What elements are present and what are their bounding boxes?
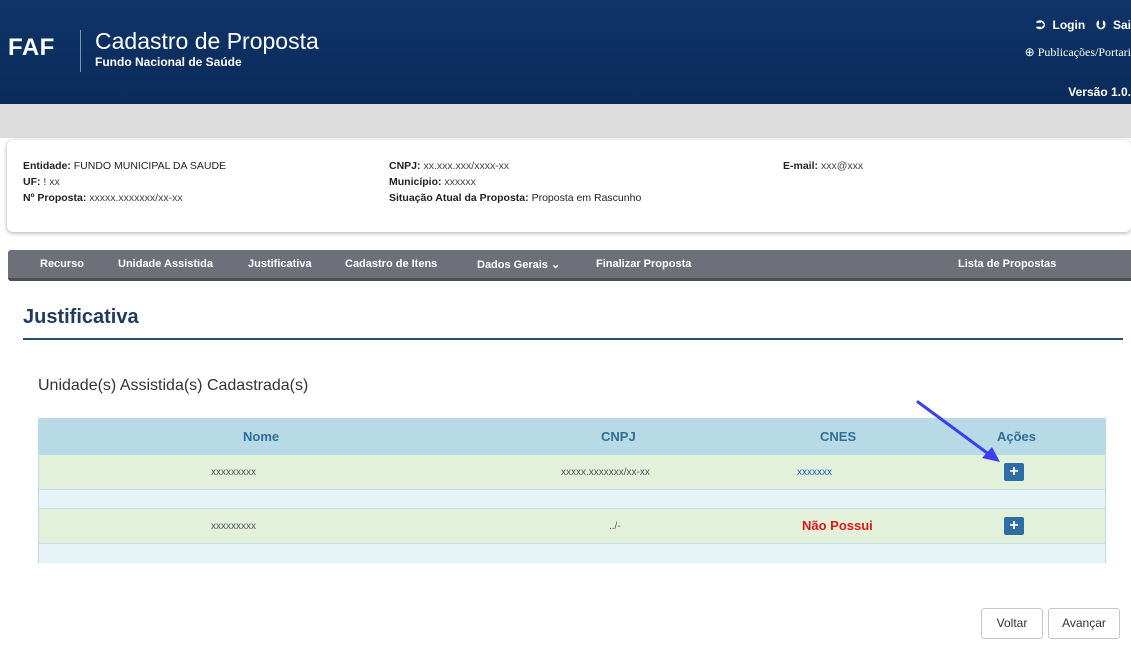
voltar-button[interactable]: Voltar: [981, 608, 1043, 639]
annotation-arrow-icon: [916, 400, 1000, 462]
nav-cadastro-itens[interactable]: Cadastro de Itens: [345, 258, 437, 270]
entidade-value: FUNDO MUNICIPAL DA SAUDE: [73, 160, 227, 172]
publications-label: Publicações/Portari: [1037, 45, 1131, 59]
nav-finalizar-proposta[interactable]: Finalizar Proposta: [596, 258, 691, 270]
cnpj-value: xx.xxx.xxx/xxxx-xx: [423, 160, 510, 172]
proposal-info-card: Entidade: FUNDO MUNICIPAL DA SAUDE UF: !…: [7, 140, 1131, 232]
sign-out-icon: ⮋: [1096, 18, 1106, 32]
cnpj-label: CNPJ:: [389, 160, 421, 172]
proposta-value: xxxxx.xxxxxxx/xx-xx: [89, 192, 183, 204]
header-band: [0, 104, 1131, 138]
plus-icon: +: [1009, 517, 1019, 534]
top-links: ⮊ Login ⮋ Sai: [1028, 18, 1131, 33]
avancar-button[interactable]: Avançar: [1048, 608, 1120, 639]
nav-unidade-assistida[interactable]: Unidade Assistida: [118, 258, 213, 270]
plus-icon: +: [1009, 463, 1019, 480]
uf-label: UF:: [23, 176, 41, 188]
logout-link[interactable]: ⮋ Sai: [1093, 18, 1131, 32]
nav-dados-gerais-label: Dados Gerais: [477, 259, 548, 271]
situacao-label: Situação Atual da Proposta:: [389, 192, 529, 204]
entidade-label: Entidade:: [23, 160, 71, 172]
header-nome: Nome: [243, 429, 280, 444]
header-cnes: CNES: [820, 429, 857, 444]
page: FAF Cadastro de Proposta Fundo Nacional …: [0, 0, 1131, 652]
brand-logo: FAF: [8, 34, 55, 61]
table-row: xxxxxxxxx ../- Não Possui +: [39, 509, 1105, 544]
uf-value: ! xx: [43, 176, 60, 188]
header-cnpj: CNPJ: [601, 429, 636, 444]
version-label: Versão 1.0.: [1068, 85, 1131, 99]
proposta-label: Nº Proposta:: [23, 192, 87, 204]
logout-label: Sai: [1112, 18, 1131, 32]
row-cnes-status: Não Possui: [802, 518, 873, 533]
nav-recurso[interactable]: Recurso: [40, 258, 84, 270]
page-title: Justificativa: [23, 306, 139, 328]
app-header: FAF Cadastro de Proposta Fundo Nacional …: [0, 0, 1131, 104]
row-separator: [39, 544, 1105, 563]
title-divider: [23, 338, 1123, 340]
section-title: Unidade(s) Assistida(s) Cadastrada(s): [38, 377, 309, 394]
main-nav: Recurso Unidade Assistida Justificativa …: [8, 250, 1131, 281]
municipio-value: xxxxxx: [444, 176, 476, 188]
email-value: xxx@xxx: [820, 160, 864, 172]
email-label: E-mail:: [783, 160, 819, 172]
chevron-down-icon: ⌄: [550, 259, 561, 271]
info-column-entity: Entidade: FUNDO MUNICIPAL DA SAUDE UF: !…: [23, 158, 226, 206]
municipio-label: Município:: [389, 176, 442, 188]
info-column-cnpj: CNPJ: xx.xxx.xxx/xxxx-xx Município: xxxx…: [389, 158, 641, 206]
login-link[interactable]: ⮊ Login: [1032, 18, 1088, 32]
app-title: Cadastro de Proposta: [95, 28, 319, 54]
row-cnpj: ../-: [609, 521, 621, 532]
info-column-email: E-mail: xxx@xxx: [783, 158, 863, 174]
nav-justificativa[interactable]: Justificativa: [248, 258, 312, 270]
sign-in-icon: ⮊: [1036, 18, 1046, 32]
row-separator: [39, 490, 1105, 509]
row-cnpj: xxxxx.xxxxxxx/xx-xx: [561, 467, 650, 478]
globe-icon: ⊕: [1024, 45, 1035, 59]
app-subtitle: Fundo Nacional de Saúde: [95, 55, 242, 69]
add-justification-button[interactable]: +: [1004, 517, 1024, 535]
add-justification-button[interactable]: +: [1004, 463, 1024, 481]
publications-link[interactable]: ⊕ Publicações/Portari: [1025, 45, 1131, 60]
brand-separator: [80, 30, 81, 72]
row-nome: xxxxxxxxx: [211, 521, 256, 532]
row-nome: xxxxxxxxx: [211, 467, 256, 478]
row-cnes-link[interactable]: xxxxxxx: [797, 467, 832, 478]
nav-lista-propostas[interactable]: Lista de Propostas: [958, 258, 1056, 270]
situacao-value: Proposta em Rascunho: [531, 192, 642, 204]
nav-dados-gerais[interactable]: Dados Gerais ⌄: [477, 258, 560, 271]
login-label: Login: [1052, 18, 1086, 32]
